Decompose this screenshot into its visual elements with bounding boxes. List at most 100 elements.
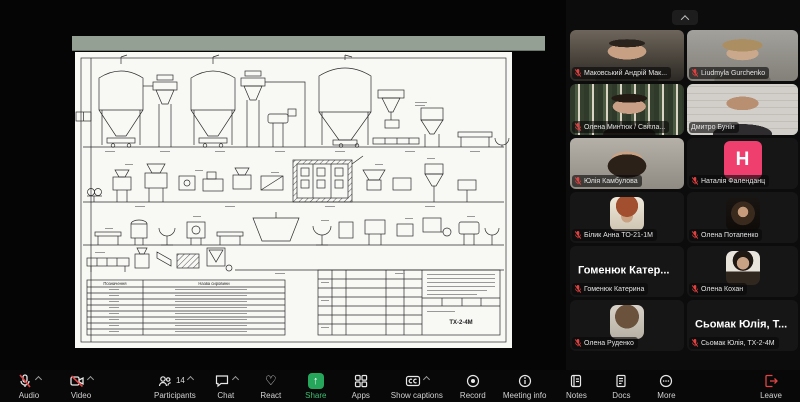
info-icon: [517, 373, 533, 389]
participant-name: Маковський Андрій Мак...: [584, 69, 667, 78]
participant-nameplate: Олена Кохан: [689, 283, 747, 295]
mic-muted-icon: [574, 68, 582, 78]
participant-name: Гоменюк Катерина: [584, 285, 644, 294]
participant-nameplate: Олена Минтюк / Світла...: [572, 121, 669, 133]
leave-label: Leave: [760, 391, 782, 400]
shared-document-page: Позначення Назва сировини ТХ-2-4М: [75, 52, 512, 348]
chat-button[interactable]: Chat: [211, 373, 241, 400]
participants-button[interactable]: 14 Participants: [154, 373, 196, 400]
participant-nameplate: Маковський Андрій Мак...: [572, 67, 671, 79]
chevron-up-icon[interactable]: [187, 375, 194, 382]
meeting-info-label: Meeting info: [503, 391, 547, 400]
participant-tile[interactable]: Юлія Камбулова: [570, 138, 684, 189]
participant-display-name: Сьомак Юлія, Т...: [695, 318, 787, 330]
record-button[interactable]: Record: [458, 373, 488, 400]
participant-gallery: Маковський Андрій Мак... Liudmyla Gurche…: [570, 30, 800, 351]
react-button[interactable]: ♡ React: [256, 373, 286, 400]
mic-muted-icon: [574, 338, 582, 348]
heart-icon: ♡: [265, 373, 277, 389]
participant-nameplate: Олена Руденко: [572, 337, 638, 349]
audio-label: Audio: [19, 391, 39, 400]
participant-tile[interactable]: Білик Анна ТО-21-1М: [570, 192, 684, 243]
apps-label: Apps: [352, 391, 370, 400]
chevron-up-icon: [681, 15, 689, 23]
participant-tile[interactable]: Н Наталія Фаленданц: [687, 138, 798, 189]
titleblock-code: ТХ-2-4М: [449, 320, 472, 326]
mic-muted-icon: [691, 68, 699, 78]
participant-nameplate: Олена Потапенко: [689, 229, 762, 241]
record-label: Record: [460, 391, 486, 400]
leave-meeting-icon: [763, 373, 779, 389]
leave-button[interactable]: Leave: [756, 373, 786, 400]
mic-muted-icon: [17, 373, 33, 389]
chat-label: Chat: [217, 391, 234, 400]
legend-header-designation: Позначення: [103, 281, 126, 286]
participant-tile[interactable]: Олена Кохан: [687, 246, 798, 297]
captions-button[interactable]: Show captions: [391, 373, 443, 400]
participant-name: Олена Руденко: [584, 339, 634, 348]
participant-name: Сьомак Юлія, ТХ-2-4М: [701, 339, 775, 348]
participant-nameplate: Liudmyla Gurchenko: [689, 67, 769, 79]
video-button[interactable]: Video: [66, 373, 96, 400]
participant-tile[interactable]: Liudmyla Gurchenko: [687, 30, 798, 81]
meeting-info-button[interactable]: Meeting info: [503, 373, 547, 400]
document-icon: [613, 373, 629, 389]
participant-name: Liudmyla Gurchenko: [701, 69, 765, 78]
shared-screen-area: Позначення Назва сировини ТХ-2-4М: [0, 0, 566, 370]
notes-label: Notes: [566, 391, 587, 400]
participant-nameplate: Білик Анна ТО-21-1М: [572, 229, 657, 241]
participant-name: Білик Анна ТО-21-1М: [584, 231, 653, 240]
participant-name: Олена Кохан: [701, 285, 743, 294]
technical-drawing: Позначення Назва сировини ТХ-2-4М: [75, 52, 512, 348]
participant-tile[interactable]: Сьомак Юлія, Т... Сьомак Юлія, ТХ-2-4М: [687, 300, 798, 351]
chevron-up-icon[interactable]: [35, 375, 42, 382]
mic-muted-icon: [574, 176, 582, 186]
video-label: Video: [71, 391, 91, 400]
mic-muted-icon: [574, 284, 582, 294]
participant-nameplate: Сьомак Юлія, ТХ-2-4М: [689, 337, 779, 349]
chevron-up-icon[interactable]: [423, 375, 430, 382]
avatar-initial: Н: [724, 141, 762, 179]
apps-icon: [353, 373, 369, 389]
participants-icon: [157, 373, 173, 389]
avatar: [610, 305, 644, 339]
docs-button[interactable]: Docs: [606, 373, 636, 400]
participants-label: Participants: [154, 391, 196, 400]
participant-nameplate: Дмитро Бунін: [689, 122, 739, 133]
share-label: Share: [305, 391, 326, 400]
document-viewer-toolbar: [72, 36, 545, 51]
avatar: [726, 197, 760, 231]
participant-nameplate: Юлія Камбулова: [572, 175, 642, 187]
participant-tile[interactable]: Олена Минтюк / Світла...: [570, 84, 684, 135]
chat-icon: [214, 373, 230, 389]
closed-captions-icon: [405, 373, 421, 389]
participant-name: Олена Потапенко: [701, 231, 758, 240]
zoom-meeting-window: Позначення Назва сировини ТХ-2-4М Маковс…: [0, 0, 800, 402]
apps-button[interactable]: Apps: [346, 373, 376, 400]
participant-name: Юлія Камбулова: [584, 177, 638, 186]
more-button[interactable]: More: [651, 373, 681, 400]
chevron-up-icon[interactable]: [87, 375, 94, 382]
participant-tile[interactable]: Гоменюк Катер... Гоменюк Катерина: [570, 246, 684, 297]
react-label: React: [260, 391, 281, 400]
notes-icon: [568, 373, 584, 389]
camera-muted-icon: [69, 373, 85, 389]
notes-button[interactable]: Notes: [561, 373, 591, 400]
mic-muted-icon: [691, 230, 699, 240]
participant-nameplate: Наталія Фаленданц: [689, 175, 769, 187]
more-icon: [658, 373, 674, 389]
participant-tile[interactable]: Маковський Андрій Мак...: [570, 30, 684, 81]
participant-tile-active-speaker[interactable]: Дмитро Бунін: [687, 84, 798, 135]
mic-muted-icon: [691, 176, 699, 186]
mic-muted-icon: [691, 338, 699, 348]
chevron-up-icon[interactable]: [232, 375, 239, 382]
audio-button[interactable]: Audio: [14, 373, 44, 400]
participant-tile[interactable]: Олена Руденко: [570, 300, 684, 351]
participant-name: Дмитро Бунін: [691, 123, 735, 132]
mic-muted-icon: [574, 122, 582, 132]
participant-tile[interactable]: Олена Потапенко: [687, 192, 798, 243]
docs-label: Docs: [612, 391, 630, 400]
share-button[interactable]: ↑ Share: [301, 373, 331, 400]
share-screen-icon: ↑: [308, 373, 324, 389]
gallery-collapse-button[interactable]: [672, 10, 698, 25]
